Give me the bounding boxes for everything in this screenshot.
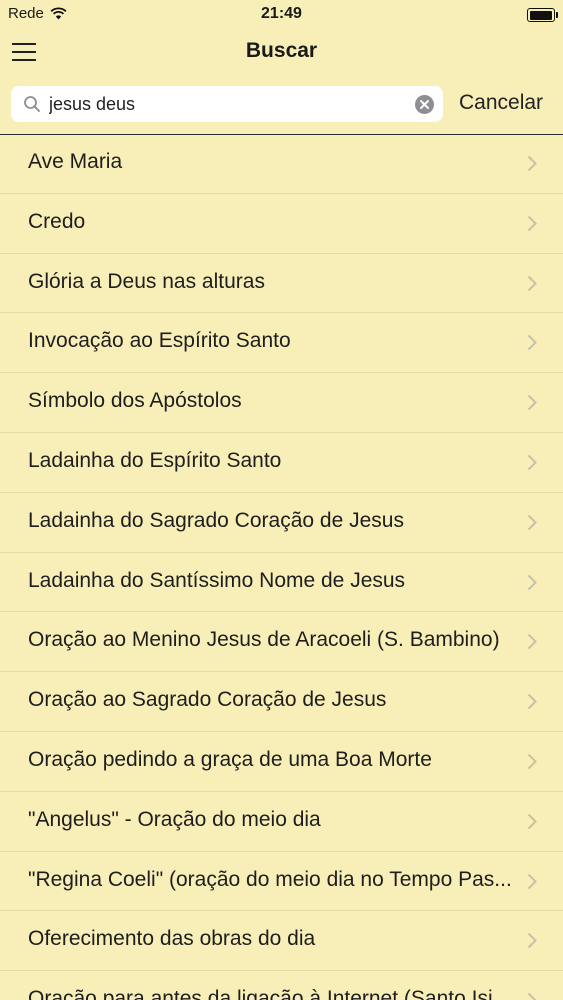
chevron-right-icon: [527, 275, 537, 291]
list-item-label: Oração ao Menino Jesus de Aracoeli (S. B…: [28, 628, 500, 652]
list-item[interactable]: Oferecimento das obras do dia: [0, 911, 563, 972]
chevron-right-icon: [527, 454, 537, 471]
list-item-label: "Angelus" - Oração do meio dia: [28, 807, 321, 831]
menu-icon[interactable]: [12, 39, 38, 65]
list-item[interactable]: Ladainha do Espírito Santo: [0, 433, 563, 493]
list-item[interactable]: Ave Maria: [0, 134, 563, 194]
nav-bar: Buscar: [0, 30, 563, 74]
chevron-right-icon: [527, 394, 537, 411]
chevron-right-icon: [527, 574, 537, 590]
chevron-right-icon: [527, 514, 537, 530]
chevron-right-icon: [527, 634, 537, 650]
status-bar: Rede 21:49: [0, 0, 563, 30]
list-item[interactable]: Oração pedindo a graça de uma Boa Morte: [0, 732, 563, 792]
list-item[interactable]: Oração para antes da ligação à Internet …: [0, 971, 563, 1000]
results-list: Ave Maria Credo Glória a Deus nas alturas I…: [0, 134, 563, 1000]
list-item[interactable]: Símbolo dos Apóstolos: [0, 373, 563, 433]
list-item[interactable]: "Regina Coeli" (oração do meio dia no Te…: [0, 852, 563, 912]
list-item[interactable]: Invocação ao Espírito Santo: [0, 313, 563, 374]
list-item-label: Glória a Deus nas alturas: [28, 269, 265, 293]
list-item-label: Oferecimento das obras do dia: [28, 927, 316, 951]
chevron-right-icon: [527, 155, 537, 172]
cancel-button[interactable]: Cancelar: [459, 91, 543, 115]
search-input[interactable]: [49, 86, 409, 122]
list-item[interactable]: Ladainha do Santíssimo Nome de Jesus: [0, 553, 563, 613]
battery-fill: [529, 10, 552, 20]
chevron-right-icon: [527, 992, 537, 1000]
list-item-label: Ave Maria: [28, 150, 123, 173]
list-item-label: "Regina Coeli" (oração do meio dia no Te…: [28, 867, 512, 891]
list-item-label: Credo: [28, 209, 86, 233]
chevron-right-icon: [527, 933, 537, 949]
list-item-label: Ladainha do Espírito Santo: [28, 448, 282, 472]
search-icon: [24, 96, 40, 112]
chevron-right-icon: [527, 873, 537, 889]
list-item-label: Símbolo dos Apóstolos: [28, 389, 242, 413]
chevron-right-icon: [527, 693, 537, 710]
chevron-right-icon: [527, 813, 537, 829]
list-item-label: Oração ao Sagrado Coração de Jesus: [28, 688, 387, 712]
chevron-right-icon: [527, 753, 537, 770]
search-field[interactable]: [11, 86, 443, 122]
search-bar: Cancelar: [0, 74, 563, 135]
chevron-right-icon: [527, 335, 537, 351]
list-item[interactable]: Oração ao Menino Jesus de Aracoeli (S. B…: [0, 612, 563, 673]
list-item[interactable]: Credo: [0, 194, 563, 254]
list-item[interactable]: "Angelus" - Oração do meio dia: [0, 792, 563, 852]
list-item[interactable]: Oração ao Sagrado Coração de Jesus: [0, 672, 563, 732]
status-time: 21:49: [261, 5, 302, 22]
clear-search-icon[interactable]: [415, 95, 434, 114]
list-item-label: Oração pedindo a graça de uma Boa Morte: [28, 747, 432, 771]
list-item[interactable]: Glória a Deus nas alturas: [0, 254, 563, 314]
list-item-label: Ladainha do Santíssimo Nome de Jesus: [28, 568, 406, 592]
chevron-right-icon: [527, 215, 537, 232]
list-item[interactable]: Ladainha do Sagrado Coração de Jesus: [0, 493, 563, 553]
battery-icon: [527, 8, 558, 22]
list-item-label: Ladainha do Sagrado Coração de Jesus: [28, 508, 404, 532]
page-title: Buscar: [245, 39, 318, 62]
list-item-label: Oração para antes da ligação à Internet …: [28, 987, 511, 1000]
list-item-label: Invocação ao Espírito Santo: [28, 329, 291, 353]
